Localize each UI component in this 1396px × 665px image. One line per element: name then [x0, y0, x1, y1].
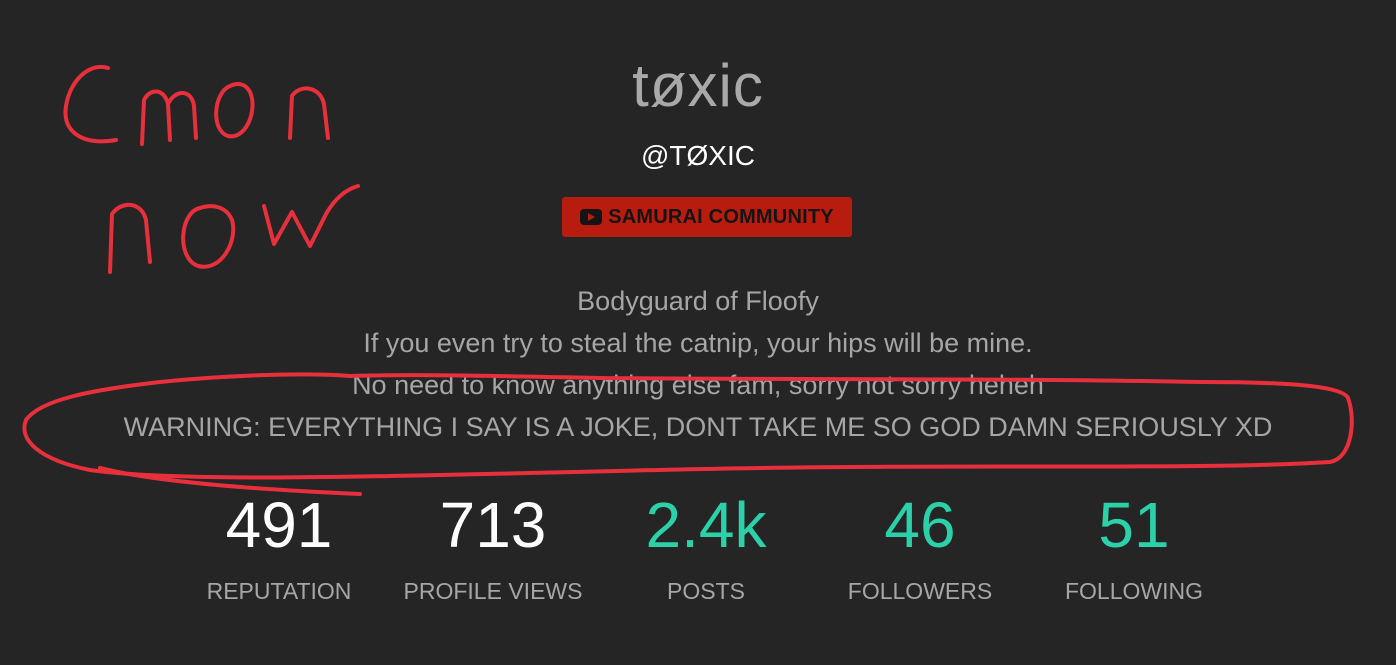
- ink-letter-n2: [108, 203, 152, 274]
- stat-following[interactable]: 51 FOLLOWING: [1024, 486, 1244, 606]
- stat-label: POSTS: [667, 578, 745, 604]
- stat-label: FOLLOWING: [1064, 578, 1203, 604]
- ink-letter-o2: [181, 204, 236, 269]
- group-badge[interactable]: SAMURAI COMMUNITY: [562, 197, 852, 237]
- youtube-play-icon: [580, 209, 603, 225]
- profile-display-name: tøxic: [632, 52, 764, 119]
- bio-line: No need to know anything else fam, sorry…: [352, 370, 1044, 400]
- bio-line: If you even try to steal the catnip, you…: [363, 328, 1033, 358]
- profile-stats: 491 REPUTATION 713 PROFILE VIEWS 2.4k PO…: [0, 486, 1396, 616]
- stat-value: 491: [225, 489, 333, 561]
- stat-followers[interactable]: 46 FOLLOWERS: [810, 486, 1030, 606]
- profile-handle: @TØXIC: [641, 140, 755, 171]
- stat-label: PROFILE VIEWS: [403, 578, 583, 604]
- stat-posts[interactable]: 2.4k POSTS: [596, 486, 816, 606]
- bio-line: WARNING: EVERYTHING I SAY IS A JOKE, DON…: [123, 412, 1273, 442]
- stat-label: FOLLOWERS: [847, 578, 993, 604]
- ink-letter-w: [262, 184, 360, 248]
- stat-value: 2.4k: [645, 489, 767, 561]
- profile-page: tøxic @TØXIC SAMURAI COMMUNITY Bodyguard…: [0, 0, 1396, 665]
- stat-value: 51: [1098, 489, 1170, 561]
- stat-label: REPUTATION: [206, 578, 352, 604]
- stat-profile-views[interactable]: 713 PROFILE VIEWS: [383, 486, 603, 606]
- bio-line: Bodyguard of Floofy: [577, 286, 819, 316]
- profile-bio: Bodyguard of Floofy If you even try to s…: [0, 280, 1396, 448]
- stat-value: 46: [884, 489, 956, 561]
- stat-reputation[interactable]: 491 REPUTATION: [169, 486, 389, 606]
- stat-value: 713: [439, 489, 547, 561]
- group-badge-label: SAMURAI COMMUNITY: [608, 205, 834, 228]
